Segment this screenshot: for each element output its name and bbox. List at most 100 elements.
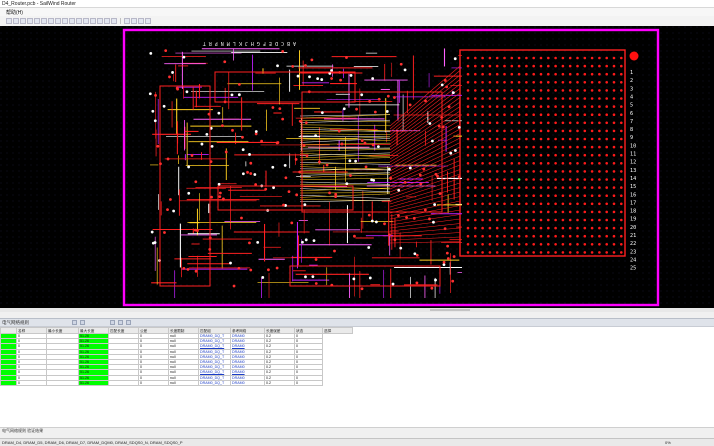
via bbox=[187, 191, 191, 195]
drc-icon[interactable] bbox=[104, 18, 110, 24]
pad bbox=[590, 202, 594, 206]
horizontal-scrollbar[interactable] bbox=[0, 308, 714, 312]
via bbox=[437, 124, 441, 128]
pad bbox=[554, 178, 557, 181]
row-number: 5 bbox=[630, 103, 633, 109]
pad bbox=[495, 202, 499, 206]
via bbox=[419, 182, 423, 186]
table-cell[interactable]: DRAM0 bbox=[230, 379, 265, 386]
pad bbox=[583, 234, 587, 238]
pad bbox=[605, 194, 608, 197]
pad bbox=[481, 137, 484, 141]
select-icon[interactable] bbox=[83, 18, 89, 24]
pad bbox=[466, 194, 470, 197]
via-icon[interactable] bbox=[97, 18, 103, 24]
pad bbox=[547, 170, 550, 173]
scrollbar-thumb[interactable] bbox=[430, 309, 470, 311]
pad bbox=[510, 145, 514, 149]
pad bbox=[525, 202, 528, 206]
via bbox=[163, 231, 166, 234]
layer-icon[interactable] bbox=[111, 18, 117, 24]
pad bbox=[510, 153, 514, 157]
via bbox=[318, 160, 321, 164]
pad bbox=[547, 56, 550, 60]
panel-filter-icon[interactable] bbox=[110, 320, 115, 325]
pad bbox=[612, 218, 616, 222]
pad bbox=[576, 210, 579, 214]
menu-item-help[interactable]: 帮助(H) bbox=[6, 9, 23, 16]
via bbox=[368, 276, 372, 280]
zoom-in-icon[interactable] bbox=[62, 18, 68, 24]
redo-icon[interactable] bbox=[34, 18, 40, 24]
pad bbox=[583, 81, 587, 84]
pad bbox=[481, 113, 484, 116]
pad bbox=[539, 129, 543, 133]
via bbox=[237, 93, 241, 97]
pad bbox=[517, 72, 521, 76]
report-icon[interactable] bbox=[138, 18, 144, 24]
pad bbox=[598, 72, 601, 76]
pad bbox=[547, 129, 550, 133]
row-number: 9 bbox=[630, 135, 633, 141]
copy-icon[interactable] bbox=[48, 18, 54, 24]
pad bbox=[503, 113, 506, 116]
column-header[interactable]: 选择 bbox=[322, 327, 353, 334]
new-icon[interactable] bbox=[6, 18, 12, 24]
pad bbox=[598, 202, 601, 206]
row-number: 15 bbox=[630, 184, 636, 190]
via bbox=[249, 268, 253, 272]
display-icon[interactable] bbox=[131, 18, 137, 24]
table-cell[interactable]: DRAM0_DQ_T bbox=[198, 379, 231, 386]
pad bbox=[474, 202, 477, 206]
via bbox=[304, 64, 307, 67]
pad bbox=[532, 186, 535, 189]
via bbox=[296, 74, 300, 78]
pad bbox=[495, 243, 499, 246]
table-row[interactable]: 0 51.26 0 null DRAM0_DQ_T DRAM0 0.2 0 bbox=[0, 379, 353, 386]
pad bbox=[466, 162, 470, 165]
panel-refresh-icon[interactable] bbox=[118, 320, 123, 325]
pad bbox=[510, 202, 514, 206]
pad bbox=[466, 56, 470, 60]
pad bbox=[590, 234, 594, 238]
pad bbox=[554, 113, 557, 116]
via bbox=[443, 227, 447, 231]
pad bbox=[561, 186, 565, 189]
cut-icon[interactable] bbox=[41, 18, 47, 24]
pcb-canvas[interactable]: A B C D E F G H J K L M N P R T 12345678… bbox=[0, 26, 714, 308]
via bbox=[171, 71, 174, 74]
pad bbox=[561, 89, 565, 92]
zoom-out-icon[interactable] bbox=[69, 18, 75, 24]
undo-icon[interactable] bbox=[27, 18, 33, 24]
pad bbox=[503, 170, 506, 173]
save-icon[interactable] bbox=[20, 18, 26, 24]
pad bbox=[466, 153, 470, 157]
via bbox=[237, 266, 241, 270]
toolbar bbox=[0, 16, 714, 26]
pad bbox=[583, 113, 587, 116]
via bbox=[275, 266, 279, 270]
pad bbox=[605, 121, 608, 125]
pad bbox=[488, 210, 492, 214]
pad bbox=[488, 170, 492, 173]
panel-settings-icon[interactable] bbox=[126, 320, 131, 325]
pad bbox=[576, 137, 579, 141]
grid-icon[interactable] bbox=[124, 18, 130, 24]
via bbox=[393, 238, 397, 242]
pad bbox=[481, 202, 484, 206]
panel-menu-icon[interactable] bbox=[72, 320, 77, 325]
route-icon[interactable] bbox=[90, 18, 96, 24]
open-icon[interactable] bbox=[13, 18, 19, 24]
settings-icon[interactable] bbox=[145, 18, 151, 24]
pad bbox=[466, 234, 470, 238]
panel-pin-icon[interactable] bbox=[80, 320, 85, 325]
paste-icon[interactable] bbox=[55, 18, 61, 24]
pad bbox=[598, 153, 601, 157]
via bbox=[320, 111, 324, 115]
pad bbox=[598, 218, 601, 222]
pcb-drawing[interactable]: A B C D E F G H J K L M N P R T 12345678… bbox=[0, 26, 714, 308]
via bbox=[360, 93, 364, 97]
zoom-fit-icon[interactable] bbox=[76, 18, 82, 24]
pad bbox=[583, 178, 587, 181]
via bbox=[261, 276, 265, 279]
